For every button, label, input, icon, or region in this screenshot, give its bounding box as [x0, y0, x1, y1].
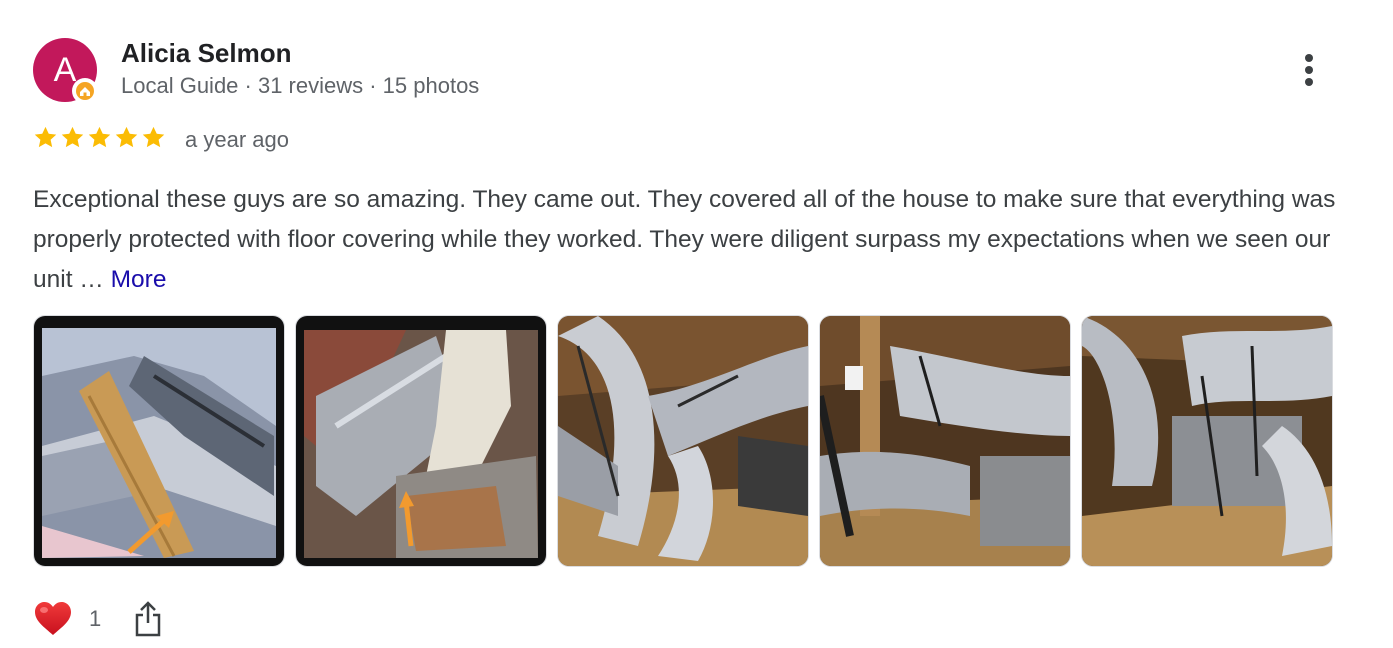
more-vert-icon — [1305, 54, 1313, 86]
review-body: Exceptional these guys are so amazing. T… — [33, 186, 1336, 293]
review-time: a year ago — [185, 127, 289, 152]
star-icon — [34, 126, 57, 148]
star-icon — [88, 126, 111, 148]
review-text: Exceptional these guys are so amazing. T… — [33, 180, 1353, 300]
review-photo-2[interactable] — [295, 315, 547, 567]
review-photo-4[interactable] — [819, 315, 1071, 567]
share-button[interactable] — [128, 598, 168, 640]
like-count: 1 — [89, 606, 102, 631]
more-link[interactable]: More — [111, 266, 167, 293]
local-guide-badge-icon — [72, 78, 98, 104]
reviewer-name[interactable]: Alicia Selmon — [121, 38, 292, 69]
star-icon — [115, 126, 138, 148]
review-photo-1[interactable] — [33, 315, 285, 567]
review-photo-3[interactable] — [557, 315, 809, 567]
share-icon — [136, 601, 161, 637]
heart-icon — [35, 602, 71, 635]
star-icon — [142, 126, 165, 148]
review-photo-5[interactable] — [1081, 315, 1333, 567]
star-icon — [61, 126, 84, 148]
reviewer-meta: Local Guide · 31 reviews · 15 photos — [121, 73, 480, 98]
photo-strip — [33, 315, 1333, 567]
star-rating — [33, 125, 166, 150]
review-actions: 1 — [33, 598, 168, 640]
review-card: A Alicia Selmon Local Guide · 31 reviews… — [0, 0, 1393, 648]
more-options-button[interactable] — [1292, 50, 1326, 90]
heart-reaction-button[interactable] — [33, 598, 73, 640]
